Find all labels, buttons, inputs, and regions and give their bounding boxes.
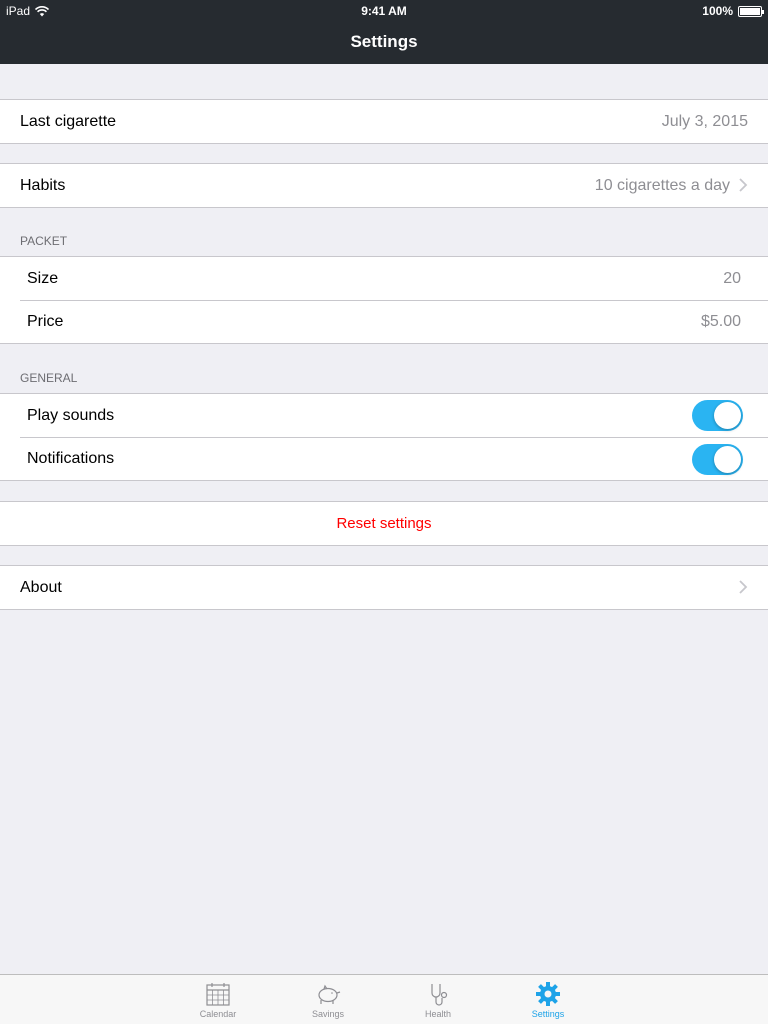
- habits-value: 10 cigarettes a day: [594, 176, 730, 194]
- page-title: Settings: [350, 32, 418, 51]
- play-sounds-toggle[interactable]: [692, 400, 743, 431]
- toggle-knob: [714, 402, 741, 429]
- status-right: 100%: [702, 4, 764, 18]
- about-row[interactable]: About: [0, 566, 768, 609]
- calendar-icon: [206, 983, 230, 1006]
- tab-settings[interactable]: Settings: [508, 975, 588, 1024]
- habits-row[interactable]: Habits 10 cigarettes a day: [0, 164, 768, 207]
- toggle-knob: [714, 446, 741, 473]
- play-sounds-row: Play sounds: [0, 394, 768, 437]
- piggy-bank-icon: [318, 984, 341, 1004]
- tab-health-label: Health: [424, 1009, 451, 1019]
- last-cigarette-row[interactable]: Last cigarette July 3, 2015: [0, 100, 768, 143]
- about-label: About: [20, 578, 62, 596]
- packet-size-value: 20: [723, 269, 741, 287]
- general-section-header: GENERAL: [20, 371, 78, 385]
- last-cigarette-group: Last cigarette July 3, 2015: [0, 99, 768, 144]
- tab-bar: Calendar Savings Health Settings: [0, 974, 768, 1024]
- about-group: About: [0, 565, 768, 610]
- battery-percent: 100%: [702, 4, 733, 18]
- packet-size-row[interactable]: Size 20: [0, 257, 768, 300]
- tab-savings[interactable]: Savings: [288, 975, 368, 1024]
- general-group: Play sounds Notifications: [0, 393, 768, 481]
- navigation-bar: iPad 9:41 AM 100% Settings: [0, 0, 768, 64]
- tab-savings-label: Savings: [311, 1009, 345, 1019]
- tab-settings-label: Settings: [531, 1009, 565, 1019]
- reset-settings-label: Reset settings: [336, 515, 432, 532]
- last-cigarette-label: Last cigarette: [20, 112, 117, 130]
- packet-price-value: $5.00: [700, 313, 741, 330]
- stethoscope-icon: [431, 984, 448, 1006]
- packet-size-label: Size: [27, 269, 59, 287]
- gear-icon: [536, 982, 560, 1006]
- play-sounds-label: Play sounds: [27, 406, 115, 424]
- chevron-right-icon: [739, 580, 748, 594]
- tab-health[interactable]: Health: [398, 975, 478, 1024]
- habits-label: Habits: [20, 176, 66, 194]
- packet-price-row[interactable]: Price $5.00: [20, 300, 768, 343]
- packet-group: Size 20 Price $5.00: [0, 256, 768, 344]
- tab-calendar[interactable]: Calendar: [178, 975, 258, 1024]
- packet-price-label: Price: [27, 313, 64, 330]
- reset-group: Reset settings: [0, 501, 768, 546]
- last-cigarette-value: July 3, 2015: [661, 112, 748, 130]
- notifications-toggle[interactable]: [692, 444, 743, 475]
- chevron-right-icon: [739, 178, 748, 192]
- habits-group: Habits 10 cigarettes a day: [0, 163, 768, 208]
- notifications-label: Notifications: [27, 450, 115, 467]
- status-bar: iPad 9:41 AM 100%: [0, 0, 768, 20]
- status-time: 9:41 AM: [361, 4, 407, 18]
- notifications-row: Notifications: [20, 437, 768, 480]
- packet-section-header: PACKET: [20, 234, 68, 248]
- reset-settings-button[interactable]: Reset settings: [0, 502, 768, 545]
- tab-calendar-label: Calendar: [199, 1009, 237, 1019]
- battery-icon: [738, 5, 764, 17]
